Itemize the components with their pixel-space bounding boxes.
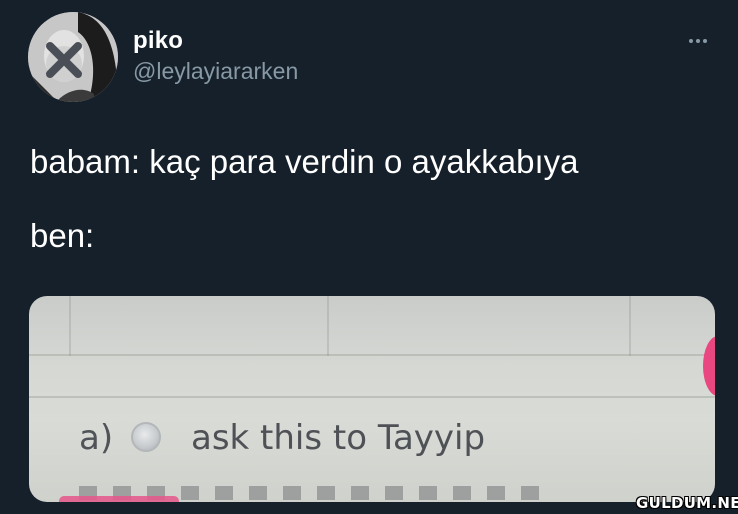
more-dot: [696, 39, 700, 43]
avatar-image: [28, 12, 118, 102]
watermark: GULDUM.NET: [636, 494, 738, 512]
tweet-text-line: ben:: [30, 217, 95, 254]
tweet: piko @leylayiararken babam: kaç para ver…: [0, 0, 738, 514]
grid-line: [29, 396, 715, 398]
radio-button-icon: [131, 422, 161, 452]
tweet-text-line: babam: kaç para verdin o ayakkabıya: [30, 143, 579, 180]
more-dot: [703, 39, 707, 43]
grid-line: [327, 296, 329, 356]
tweet-media-image[interactable]: a) ask this to Tayyip: [29, 296, 715, 502]
pink-mark: [59, 496, 179, 502]
more-horizontal-icon: [689, 39, 693, 43]
avatar[interactable]: [28, 12, 118, 102]
grid-line: [29, 354, 715, 356]
grid-line: [629, 296, 631, 356]
more-options-button[interactable]: [683, 26, 713, 56]
author-handle[interactable]: @leylayiararken: [133, 58, 298, 85]
author-name[interactable]: piko: [133, 27, 183, 55]
pink-mark: [703, 336, 715, 396]
option-label: a): [79, 418, 114, 458]
grid-line: [69, 296, 71, 356]
option-text: ask this to Tayyip: [191, 418, 486, 458]
